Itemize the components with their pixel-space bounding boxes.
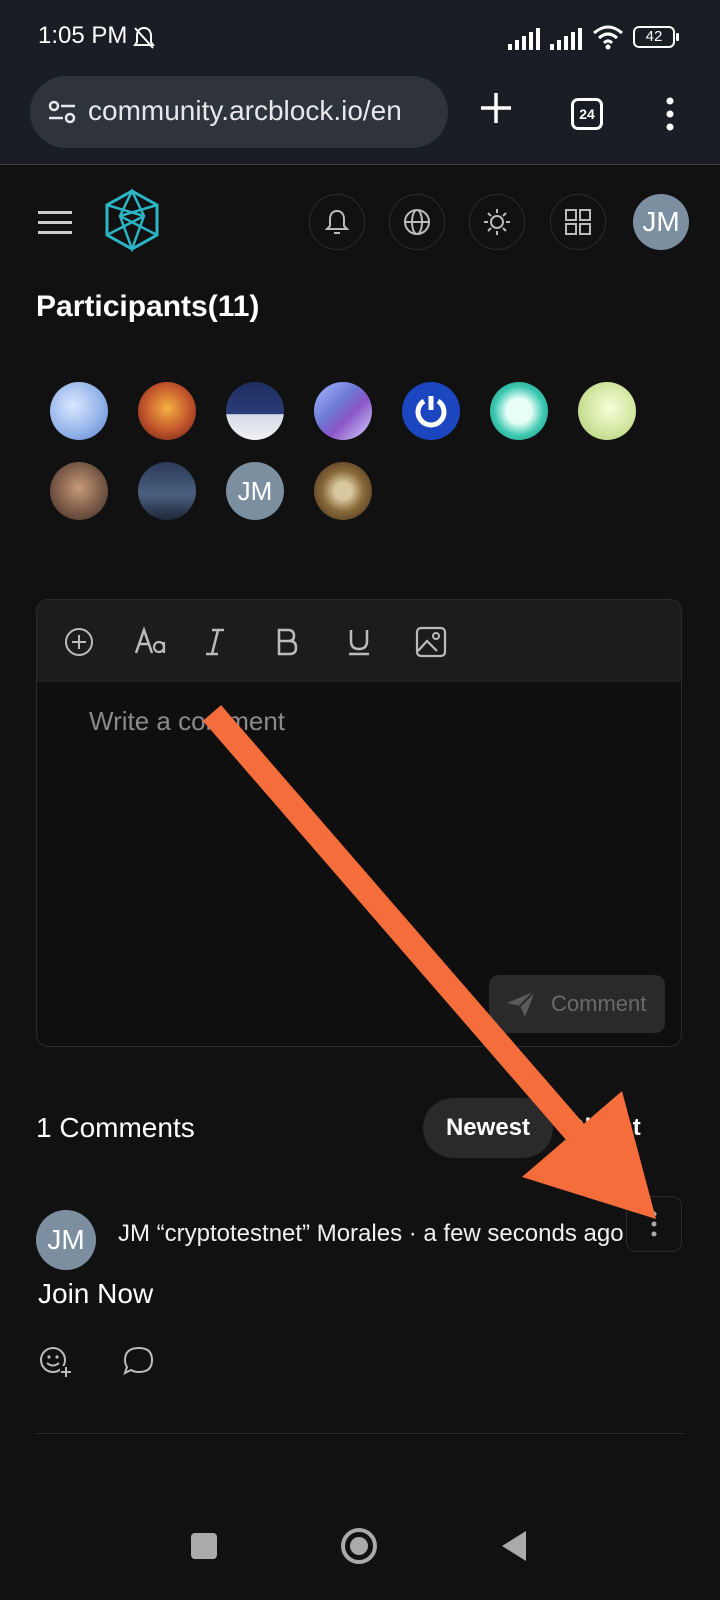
plus-icon[interactable] xyxy=(478,90,514,126)
bell-muted-icon xyxy=(133,26,155,49)
text-style-button[interactable] xyxy=(133,624,169,660)
browser-menu-icon[interactable] xyxy=(664,96,676,132)
comments-count: 1 Comments xyxy=(36,1112,195,1143)
comment-more-button[interactable] xyxy=(626,1196,682,1252)
image-icon xyxy=(415,626,447,658)
divider xyxy=(36,1433,684,1434)
url-text[interactable]: community.arcblock.io/en xyxy=(88,95,440,127)
signal-icon-2 xyxy=(550,28,582,50)
more-vertical-icon xyxy=(651,1211,657,1237)
theme-toggle-button[interactable] xyxy=(469,194,525,250)
comment-editor: Write a comment Comment xyxy=(36,599,682,1047)
participant-avatar[interactable]: JM xyxy=(226,462,284,520)
recent-apps-icon[interactable] xyxy=(190,1532,218,1560)
globe-icon xyxy=(404,209,430,235)
sort-newest-tab[interactable]: Newest xyxy=(423,1098,553,1158)
submit-comment-button[interactable]: Comment xyxy=(489,975,665,1033)
participant-avatar[interactable] xyxy=(138,382,196,440)
participant-avatar[interactable] xyxy=(314,462,372,520)
insert-button[interactable] xyxy=(61,624,97,660)
underline-icon xyxy=(349,630,369,656)
grid-icon xyxy=(565,209,591,235)
sort-oldest-tab[interactable]: Oldest xyxy=(566,1098,666,1158)
underline-button[interactable] xyxy=(341,624,377,660)
sun-icon xyxy=(484,209,510,235)
send-icon xyxy=(507,990,536,1017)
add-reaction-icon[interactable] xyxy=(38,1344,72,1378)
notifications-button[interactable] xyxy=(309,194,365,250)
participant-avatar[interactable] xyxy=(578,382,636,440)
participant-avatar[interactable] xyxy=(50,462,108,520)
language-button[interactable] xyxy=(389,194,445,250)
submit-comment-label: Comment xyxy=(551,991,647,1016)
comment-body: Join Now xyxy=(38,1278,154,1309)
bold-icon xyxy=(277,628,298,656)
site-header: JM xyxy=(0,188,720,258)
hamburger-menu-icon[interactable] xyxy=(38,210,72,236)
system-nav-bar xyxy=(0,1510,720,1600)
site-settings-icon[interactable] xyxy=(48,99,76,125)
text-size-icon xyxy=(134,627,166,654)
home-icon[interactable] xyxy=(339,1526,379,1566)
user-avatar[interactable]: JM xyxy=(633,194,689,250)
signal-icon xyxy=(508,28,540,50)
participant-avatar[interactable] xyxy=(314,382,372,440)
editor-toolbar xyxy=(37,600,681,682)
italic-icon xyxy=(206,628,224,656)
power-logo-icon xyxy=(415,396,447,428)
wifi-icon xyxy=(593,25,623,50)
apps-button[interactable] xyxy=(550,194,606,250)
battery-indicator: 42 xyxy=(633,26,679,48)
comment-meta: JM “cryptotestnet” Morales · a few secon… xyxy=(118,1220,624,1247)
image-button[interactable] xyxy=(413,624,449,660)
tab-switcher-button[interactable]: 24 xyxy=(571,98,603,130)
participant-avatar[interactable] xyxy=(138,462,196,520)
status-time: 1:05 PM xyxy=(38,22,128,49)
back-icon[interactable] xyxy=(500,1530,528,1562)
bell-icon xyxy=(324,209,350,234)
bold-button[interactable] xyxy=(269,624,305,660)
participant-avatar[interactable] xyxy=(490,382,548,440)
participant-avatar[interactable] xyxy=(402,382,460,440)
reply-icon[interactable] xyxy=(122,1344,156,1378)
participant-avatar[interactable] xyxy=(226,382,284,440)
status-bar: 1:05 PM 42 xyxy=(0,0,720,76)
participants-title: Participants(11) xyxy=(36,290,260,323)
participant-avatar[interactable] xyxy=(50,382,108,440)
plus-circle-icon xyxy=(65,628,93,656)
comment-author-avatar[interactable]: JM xyxy=(36,1210,96,1270)
browser-toolbar: community.arcblock.io/en 24 xyxy=(0,76,720,165)
comment-actions xyxy=(38,1344,238,1384)
comment-input[interactable]: Write a comment xyxy=(89,706,285,737)
italic-button[interactable] xyxy=(197,624,233,660)
arcblock-logo-icon[interactable] xyxy=(104,188,160,252)
address-bar[interactable]: community.arcblock.io/en xyxy=(30,76,448,148)
